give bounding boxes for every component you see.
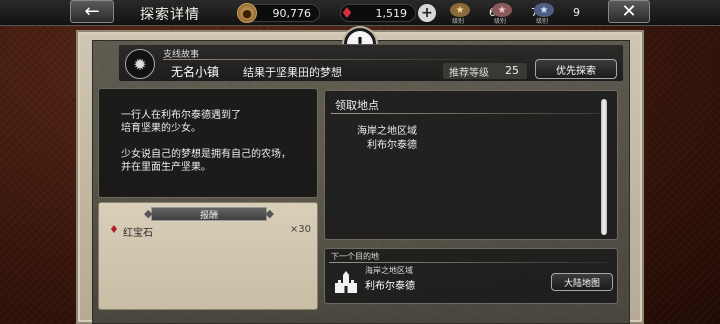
ruby-value: 1,519	[375, 6, 408, 20]
rank-label: 级别	[536, 18, 549, 25]
rank-emblem-icon: ★	[534, 3, 554, 17]
rank-badge-3: ★ 级别 9	[534, 3, 584, 25]
close-icon: ✕	[621, 1, 637, 22]
description-text: 少女说自己的梦想是拥有自己的农场，	[121, 149, 291, 160]
gold-counter: ● 90,776	[237, 3, 320, 23]
rank-label: 级别	[452, 18, 465, 25]
quest-goal: 结果于坚果田的梦想	[243, 66, 342, 79]
priority-explore-button[interactable]: 优先探索	[535, 59, 617, 79]
recommend-level-value: 25	[505, 64, 519, 77]
rank-label: 级别	[494, 18, 507, 25]
continent-map-button[interactable]: 大陆地图	[551, 273, 613, 291]
gold-coin-icon: ●	[237, 3, 257, 23]
rank-value: 9	[573, 6, 580, 19]
divider	[163, 59, 513, 60]
close-button[interactable]: ✕	[608, 0, 650, 23]
next-destination-panel: 下一个目的地 海岸之地区域 利布尔泰德 大陆地图	[324, 248, 618, 304]
ruby-gem-icon: ♦	[109, 223, 119, 236]
quest-name: 无名小镇	[171, 65, 220, 79]
add-ruby-button[interactable]: +	[418, 4, 436, 22]
description-text: 并在里面生产坚果。	[121, 162, 211, 173]
quest-emblem-icon: ✹	[125, 49, 155, 79]
rank-emblem-icon: ★	[450, 3, 470, 17]
reward-title: 报酬	[144, 207, 274, 221]
next-destination-label: 下一个目的地	[331, 252, 379, 261]
reward-item-name: 红宝石	[123, 228, 153, 239]
ruby-gem-icon: ♦	[340, 4, 354, 22]
top-bar: ← 探索详情 ● 90,776 ♦ 1,519 + ★ 级别 6 ★ 级别 7 …	[0, 0, 720, 26]
quest-header: ✹ 支线故事 无名小镇 结果于坚果田的梦想 推荐等级 25 优先探索	[118, 44, 624, 82]
divider	[331, 113, 601, 114]
pickup-location-panel: 领取地点 海岸之地区域 利布尔泰德	[324, 90, 618, 240]
location-title: 领取地点	[335, 99, 379, 112]
ruby-counter: ♦ 1,519	[340, 4, 416, 22]
castle-icon	[335, 271, 357, 293]
location-region: 海岸之地区域	[357, 126, 417, 137]
back-button[interactable]: ←	[70, 0, 114, 23]
arrow-left-icon: ←	[84, 0, 100, 22]
page-title: 探索详情	[140, 7, 200, 23]
divider	[329, 262, 609, 263]
scrollbar[interactable]	[601, 99, 607, 235]
gold-value: 90,776	[272, 6, 312, 20]
description-text: 培育坚果的少女。	[121, 123, 201, 134]
reward-item: ♦ 红宝石 ×30	[109, 223, 311, 239]
description-text: 一行人在利布尔泰德遇到了	[121, 110, 241, 121]
reward-item-quantity: ×30	[289, 224, 311, 235]
rank-emblem-icon: ★	[492, 3, 512, 17]
next-destination-city: 利布尔泰德	[365, 281, 415, 292]
quest-description: 一行人在利布尔泰德遇到了 培育坚果的少女。 少女说自己的梦想是拥有自己的农场， …	[98, 88, 318, 198]
reward-panel: 报酬 ♦ 红宝石 ×30	[98, 202, 318, 310]
location-city: 利布尔泰德	[367, 140, 417, 151]
next-destination-region: 海岸之地区域	[365, 266, 413, 275]
